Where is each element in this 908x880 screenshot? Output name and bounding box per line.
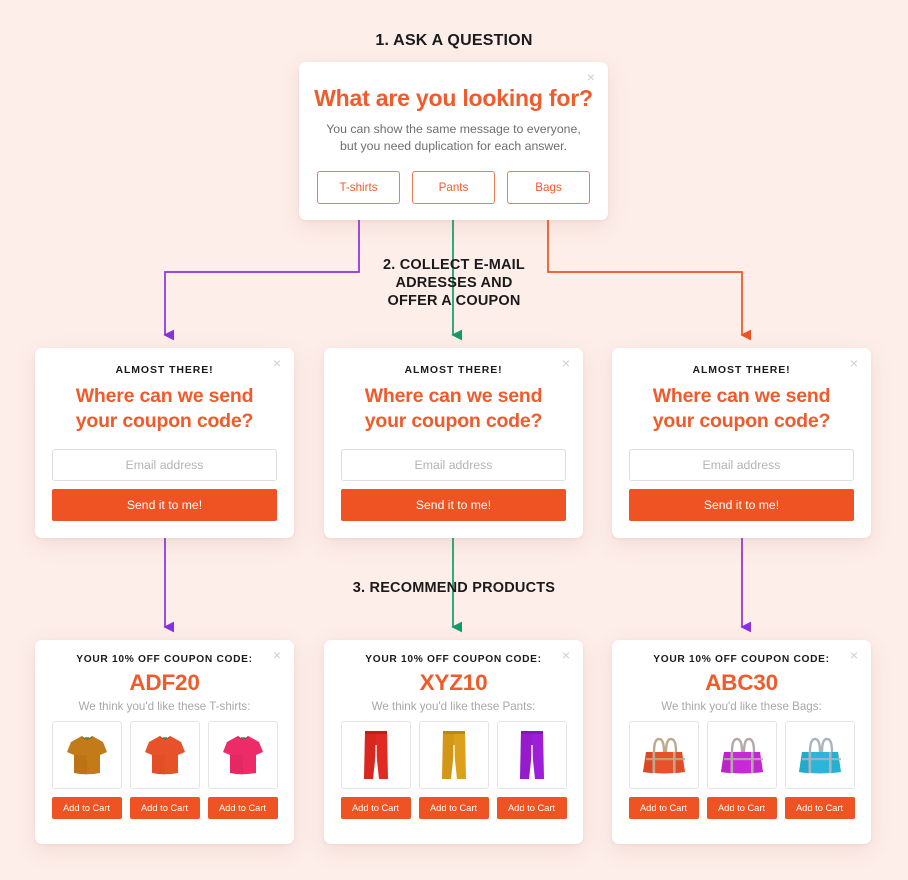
product-item: Add to Cart [129, 721, 200, 819]
step-2-title-line-1: 2. COLLECT E-MAIL [383, 257, 525, 273]
add-to-cart-button[interactable]: Add to Cart [207, 797, 278, 819]
pants-gold-icon[interactable] [418, 721, 489, 789]
step-2-title: 2. COLLECT E-MAIL ADRESSES AND OFFER A C… [314, 256, 594, 310]
coupon-label: YOUR 10% OFF COUPON CODE: [365, 654, 542, 665]
coupon-code: ADF20 [129, 670, 200, 695]
product-thumbnail-row: Add to Cart Add to Cart Add to Cart [35, 721, 294, 819]
add-to-cart-button[interactable]: Add to Cart [784, 797, 855, 819]
product-item: Add to Cart [706, 721, 777, 819]
coupon-code: ABC30 [705, 670, 778, 695]
choice-button-pants[interactable]: Pants [412, 171, 495, 204]
email-capture-card-3: × ALMOST THERE! Where can we send your c… [612, 348, 871, 538]
product-item: Add to Cart [418, 721, 489, 819]
tshirt-orange-icon[interactable] [129, 721, 200, 789]
email-card-heading: Where can we send your coupon code? [612, 384, 871, 434]
product-item: Add to Cart [207, 721, 278, 819]
question-popup-card: × What are you looking for? You can show… [299, 62, 608, 220]
flowchart-canvas: 1. ASK A QUESTION 2. COLLECT E-MAIL ADRE… [0, 0, 908, 880]
email-card-heading-line-2: your coupon code? [364, 410, 543, 432]
add-to-cart-button[interactable]: Add to Cart [129, 797, 200, 819]
close-icon[interactable]: × [847, 356, 861, 370]
product-item: Add to Cart [784, 721, 855, 819]
bag-cyan-icon[interactable] [784, 721, 855, 789]
tshirt-goldenrod-icon[interactable] [51, 721, 122, 789]
coupon-label: YOUR 10% OFF COUPON CODE: [76, 654, 253, 665]
product-item: Add to Cart [51, 721, 122, 819]
email-card-heading-line-1: Where can we send [364, 385, 543, 407]
product-thumbnail-row: Add to Cart Add to Cart Add to Cart [324, 721, 583, 819]
product-recommendation-card-3: × YOUR 10% OFF COUPON CODE: ABC30 We thi… [612, 640, 871, 844]
send-it-to-me-button[interactable]: Send it to me! [52, 489, 277, 521]
email-card-heading-line-1: Where can we send [652, 385, 831, 407]
product-item: Add to Cart [628, 721, 699, 819]
email-input[interactable] [52, 449, 277, 481]
step-3-title: 3. RECOMMEND PRODUCTS [352, 580, 556, 596]
eyebrow-label: ALMOST THERE! [692, 364, 791, 376]
bag-magenta-icon[interactable] [706, 721, 777, 789]
choice-button-bags[interactable]: Bags [507, 171, 590, 204]
recommendation-line: We think you'd like these T-shirts: [78, 700, 251, 713]
email-capture-card-1: × ALMOST THERE! Where can we send your c… [35, 348, 294, 538]
recommendation-line: We think you'd like these Bags: [661, 700, 822, 713]
tshirt-pink-icon[interactable] [207, 721, 278, 789]
email-capture-card-2: × ALMOST THERE! Where can we send your c… [324, 348, 583, 538]
step-2-title-line-3: OFFER A COUPON [387, 293, 521, 309]
step-2-title-line-2: ADRESSES AND [395, 275, 513, 291]
add-to-cart-button[interactable]: Add to Cart [340, 797, 411, 819]
add-to-cart-button[interactable]: Add to Cart [496, 797, 567, 819]
email-card-heading-line-1: Where can we send [75, 385, 254, 407]
question-subtitle: You can show the same message to everyon… [326, 122, 581, 153]
product-recommendation-card-1: × YOUR 10% OFF COUPON CODE: ADF20 We thi… [35, 640, 294, 844]
close-icon[interactable]: × [270, 648, 284, 662]
email-input[interactable] [341, 449, 566, 481]
send-it-to-me-button[interactable]: Send it to me! [341, 489, 566, 521]
send-it-to-me-button[interactable]: Send it to me! [629, 489, 854, 521]
product-item: Add to Cart [496, 721, 567, 819]
eyebrow-label: ALMOST THERE! [404, 364, 503, 376]
add-to-cart-button[interactable]: Add to Cart [51, 797, 122, 819]
email-card-heading-line-2: your coupon code? [652, 410, 831, 432]
coupon-label: YOUR 10% OFF COUPON CODE: [653, 654, 830, 665]
add-to-cart-button[interactable]: Add to Cart [706, 797, 777, 819]
close-icon[interactable]: × [559, 648, 573, 662]
question-title: What are you looking for? [314, 85, 593, 111]
email-input[interactable] [629, 449, 854, 481]
product-thumbnail-row: Add to Cart Add to Cart Add to Cart [612, 721, 871, 819]
recommendation-line: We think you'd like these Pants: [371, 700, 536, 713]
product-item: Add to Cart [340, 721, 411, 819]
email-card-heading: Where can we send your coupon code? [35, 384, 294, 434]
choice-button-tshirts[interactable]: T-shirts [317, 171, 400, 204]
close-icon[interactable]: × [559, 356, 573, 370]
add-to-cart-button[interactable]: Add to Cart [628, 797, 699, 819]
email-card-heading-line-2: your coupon code? [75, 410, 254, 432]
bag-orange-icon[interactable] [628, 721, 699, 789]
eyebrow-label: ALMOST THERE! [115, 364, 214, 376]
question-choices: T-shirts Pants Bags [299, 171, 608, 204]
coupon-code: XYZ10 [419, 670, 488, 695]
pants-purple-icon[interactable] [496, 721, 567, 789]
close-icon[interactable]: × [270, 356, 284, 370]
close-icon[interactable]: × [847, 648, 861, 662]
email-card-heading: Where can we send your coupon code? [324, 384, 583, 434]
add-to-cart-button[interactable]: Add to Cart [418, 797, 489, 819]
product-recommendation-card-2: × YOUR 10% OFF COUPON CODE: XYZ10 We thi… [324, 640, 583, 844]
pants-red-icon[interactable] [340, 721, 411, 789]
close-icon[interactable]: × [584, 70, 598, 84]
step-1-title: 1. ASK A QUESTION [375, 32, 533, 49]
